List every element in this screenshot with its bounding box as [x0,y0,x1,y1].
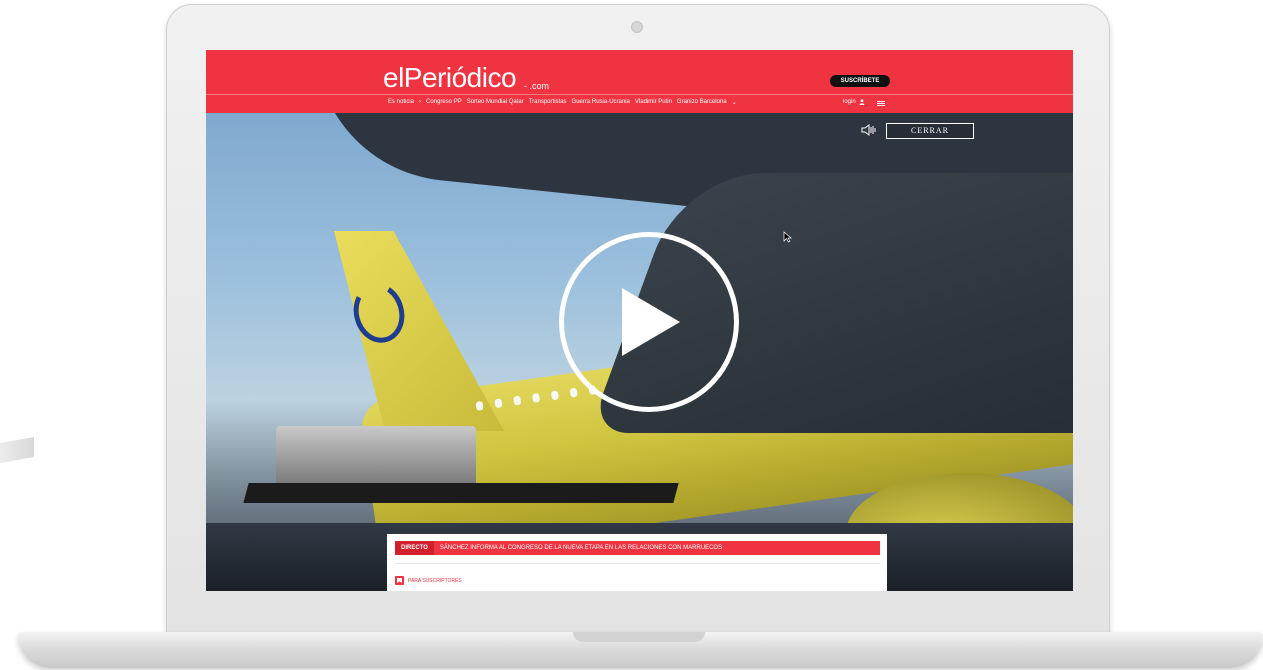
user-icon [859,99,865,105]
hamburger-menu-icon[interactable] [877,101,885,106]
nav-item-transportistas[interactable]: Transportistas [529,99,567,106]
nav-item-granizo-barcelona[interactable]: Granizo Barcelona [677,99,727,106]
mute-speaker-icon[interactable] [861,123,877,137]
logo-suffix: - .com [524,81,550,91]
video-scene-loader [243,483,679,503]
subscribe-button[interactable]: SUSCRÍBETE [830,75,890,87]
play-icon [622,288,680,356]
banner-divider [395,563,880,564]
bookmark-icon [395,576,404,585]
live-news-banner[interactable]: DIRECTO SÁNCHEZ INFORMA AL CONGRESO DE L… [387,534,887,591]
nav-item-congreso-pp[interactable]: Congreso PP [426,99,462,106]
play-button[interactable] [559,232,739,412]
live-tag: DIRECTO [395,541,434,555]
header-divider [206,94,1073,95]
site-logo[interactable]: elPeriódico [383,62,517,94]
laptop-notch [573,632,705,642]
login-link[interactable]: login [843,99,865,105]
laptop-screen: elPeriódico - .com SUSCRÍBETE Es noticia… [206,50,1073,591]
live-bar[interactable]: DIRECTO SÁNCHEZ INFORMA AL CONGRESO DE L… [395,541,880,555]
laptop-shadow [0,437,34,463]
nav-item-sorteo-mundial[interactable]: Sorteo Mundial Qatar [467,99,524,106]
trending-nav: Es noticia › Congreso PP Sorteo Mundial … [388,99,737,106]
live-headline[interactable]: SÁNCHEZ INFORMA AL CONGRESO DE LA NUEVA … [434,541,722,555]
nav-separator: › [419,99,422,105]
nav-item-es-noticia: Es noticia [388,99,415,105]
video-player[interactable]: CERRAR [206,113,1073,591]
nav-more-chevron[interactable]: ⌄ [732,99,737,106]
subscribers-label: PARA SUSCRIPTORES [408,577,462,584]
login-label: login [843,99,856,105]
mouse-cursor-icon [783,231,792,243]
subscribers-tag[interactable]: PARA SUSCRIPTORES [395,576,462,585]
nav-item-guerra-rusia-ucrania[interactable]: Guerra Rusia-Ucrania [572,99,630,106]
nav-item-vladimir-putin[interactable]: Vladimir Putin [635,99,672,106]
close-button[interactable]: CERRAR [886,123,974,139]
site-header: elPeriódico - .com SUSCRÍBETE Es noticia… [206,50,1073,113]
webcam [631,21,643,33]
